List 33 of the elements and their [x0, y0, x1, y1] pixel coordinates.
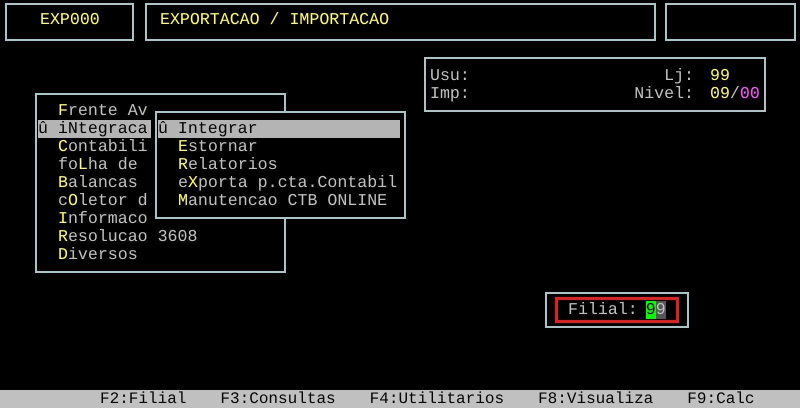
menu-item[interactable]: cOletor d [38, 192, 151, 210]
menu-item[interactable]: Relatorios [158, 156, 400, 174]
program-code: EXP000 [40, 11, 100, 29]
menu-item[interactable]: Resolucao 3608 [38, 228, 198, 246]
menu-item[interactable]: Informaco [38, 210, 151, 228]
menu-item[interactable]: Contabili [38, 138, 151, 156]
menu-item[interactable]: Frente Av [38, 102, 151, 120]
menu-item[interactable]: foLha de [38, 156, 151, 174]
filial-label: Filial: [568, 301, 638, 319]
menu-item[interactable]: û Integrar [158, 120, 400, 138]
user-label: Usu: [430, 67, 470, 85]
level-label: Nivel: [634, 85, 694, 103]
store-label: Lj: [664, 67, 694, 85]
level-value-part: 00 [740, 84, 760, 103]
function-key[interactable]: F9:Calc [687, 390, 754, 408]
function-key[interactable]: F2:Filial [100, 390, 186, 408]
screen-title: EXPORTACAO / IMPORTACAO [160, 11, 390, 29]
menu-item[interactable]: Balancas [38, 174, 151, 192]
function-key[interactable]: F3:Consultas [220, 390, 336, 408]
store-value: 99 [710, 67, 731, 85]
filial-field[interactable]: 99 [646, 301, 666, 319]
level-value-part: / [730, 84, 740, 103]
menu-item[interactable]: û iNtegraca [38, 120, 151, 138]
function-key[interactable]: F4:Utilitarios [370, 390, 504, 408]
level-value-part: 09 [710, 84, 730, 103]
printer-label: Imp: [430, 85, 470, 103]
function-key[interactable]: F8:Visualiza [538, 390, 654, 408]
menu-item[interactable]: Manutencao CTB ONLINE [158, 192, 400, 210]
cursor-char: 9 [646, 301, 656, 319]
field-char: 9 [656, 301, 666, 319]
menu-item[interactable]: Diversos [38, 246, 151, 264]
menu-item[interactable]: eXporta p.cta.Contabil [158, 174, 400, 192]
menu-item[interactable]: Estornar [158, 138, 400, 156]
